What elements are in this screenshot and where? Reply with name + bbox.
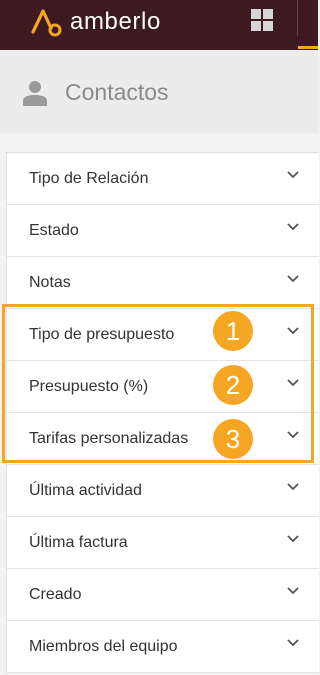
step-badge-1: 1: [213, 311, 253, 351]
person-icon: [23, 81, 47, 106]
filter-item-notas[interactable]: Notas: [7, 257, 319, 309]
filter-item-label: Notas: [29, 274, 71, 291]
filter-item-ultima-actividad[interactable]: Última actividad: [7, 465, 319, 517]
filter-item-label: Presupuesto (%): [29, 378, 149, 395]
filter-item-tipo-de-relacion[interactable]: Tipo de Relación: [7, 153, 319, 205]
chevron-down-icon[interactable]: [287, 535, 299, 543]
amberlo-logo-icon: [31, 9, 62, 37]
filter-item-label: Tipo de Relación: [29, 170, 149, 187]
brand-name: amberlo: [70, 8, 161, 35]
filter-item-tipo-de-presupuesto[interactable]: Tipo de presupuesto: [7, 309, 319, 361]
filter-item-label: Última factura: [29, 534, 128, 551]
chevron-down-icon[interactable]: [287, 431, 299, 439]
chevron-down-icon[interactable]: [287, 171, 299, 179]
chevron-down-icon[interactable]: [287, 587, 299, 595]
filter-item-label: Tarifas personalizadas: [29, 430, 189, 447]
chevron-down-icon[interactable]: [287, 327, 299, 335]
filter-item-creado[interactable]: Creado: [7, 569, 319, 621]
filter-item-label: Miembros del equipo: [29, 638, 178, 655]
filter-item-tarifas-personalizadas[interactable]: Tarifas personalizadas: [7, 413, 319, 465]
filter-item-miembros-del-equipo[interactable]: Miembros del equipo: [7, 621, 319, 673]
chevron-down-icon[interactable]: [287, 379, 299, 387]
chevron-down-icon[interactable]: [287, 223, 299, 231]
page-header: Contactos: [0, 50, 318, 133]
filter-item-label: Última actividad: [29, 482, 142, 499]
filter-item-estado[interactable]: Estado: [7, 205, 319, 257]
chevron-down-icon[interactable]: [287, 275, 299, 283]
filter-item-label: Estado: [29, 222, 79, 239]
page-title: Contactos: [65, 79, 169, 105]
step-badge-3: 3: [213, 419, 253, 459]
filter-item-presupuesto[interactable]: Presupuesto (%): [7, 361, 319, 413]
filter-item-label: Creado: [29, 586, 82, 603]
top-bar: amberlo: [0, 0, 318, 50]
filter-item-label: Tipo de presupuesto: [29, 326, 175, 343]
topbar-divider: [297, 0, 298, 36]
active-tab-indicator: [298, 46, 318, 49]
filter-list: Tipo de Relación Estado Notas Tipo de pr…: [6, 152, 319, 673]
filter-item-ultima-factura[interactable]: Última factura: [7, 517, 319, 569]
chevron-down-icon[interactable]: [287, 639, 299, 647]
apps-grid-button[interactable]: [251, 9, 273, 31]
chevron-down-icon[interactable]: [287, 483, 299, 491]
step-badge-2: 2: [213, 365, 253, 405]
brand[interactable]: amberlo: [30, 6, 161, 38]
